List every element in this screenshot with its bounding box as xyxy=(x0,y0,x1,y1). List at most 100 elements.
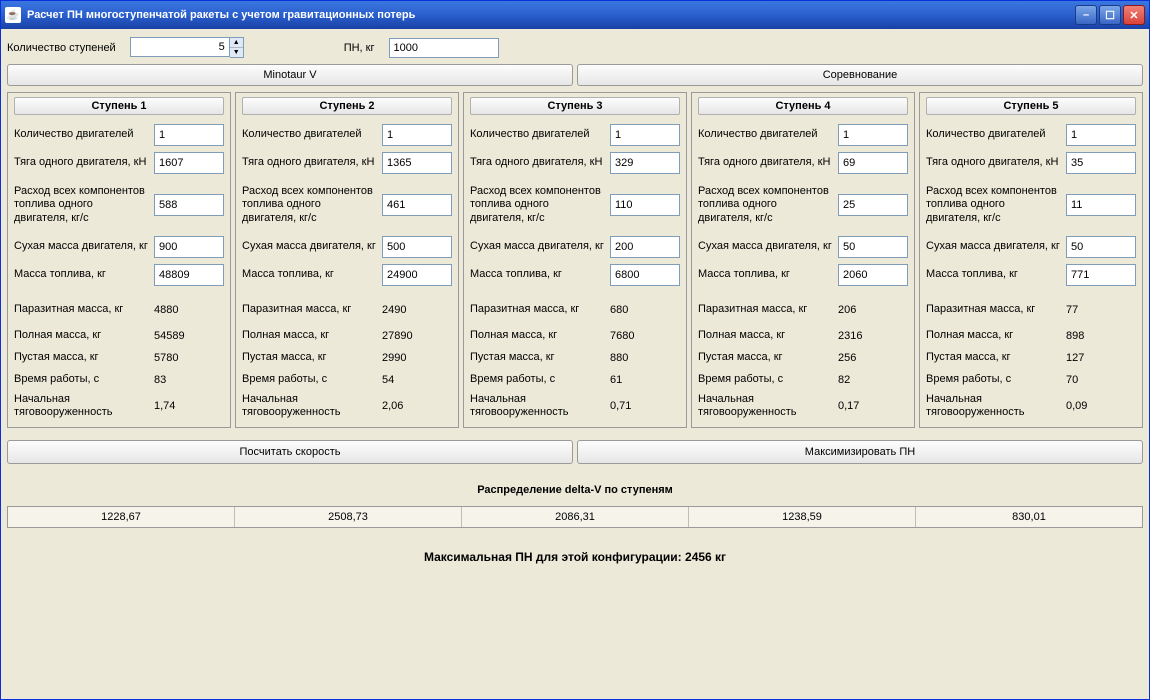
parasitic-label: Паразитная масса, кг xyxy=(698,303,834,316)
parasitic-value: 4880 xyxy=(154,304,224,316)
burntime-value: 70 xyxy=(1066,374,1136,386)
fuelmass-label: Масса топлива, кг xyxy=(242,268,378,281)
flowrate-input[interactable] xyxy=(154,194,224,216)
fullmass-label: Полная масса, кг xyxy=(470,329,606,342)
burntime-value: 82 xyxy=(838,374,908,386)
calculate-button[interactable]: Посчитать скорость xyxy=(7,440,573,464)
fullmass-label: Полная масса, кг xyxy=(14,329,150,342)
twr-label: Начальная тяговооруженность xyxy=(926,393,1062,419)
fullmass-label: Полная масса, кг xyxy=(926,329,1062,342)
engines-input[interactable] xyxy=(154,124,224,146)
emptymass-value: 5780 xyxy=(154,352,224,364)
flowrate-label: Расход всех компонентов топлива одного д… xyxy=(242,185,378,225)
thrust-input[interactable] xyxy=(154,152,224,174)
thrust-input[interactable] xyxy=(1066,152,1136,174)
drymass-label: Сухая масса двигателя, кг xyxy=(14,240,150,253)
payload-label: ПН, кг xyxy=(344,42,375,54)
result-text: Максимальная ПН для этой конфигурации: 2… xyxy=(7,550,1143,564)
fuelmass-label: Масса топлива, кг xyxy=(14,268,150,281)
engines-label: Количество двигателей xyxy=(242,128,378,141)
drymass-input[interactable] xyxy=(610,236,680,258)
emptymass-label: Пустая масса, кг xyxy=(242,351,378,364)
twr-value: 1,74 xyxy=(154,400,224,412)
flowrate-input[interactable] xyxy=(382,194,452,216)
flowrate-label: Расход всех компонентов топлива одного д… xyxy=(470,185,606,225)
parasitic-label: Паразитная масса, кг xyxy=(926,303,1062,316)
fuelmass-input[interactable] xyxy=(838,264,908,286)
twr-value: 2,06 xyxy=(382,400,452,412)
burntime-label: Время работы, с xyxy=(926,373,1062,386)
fuelmass-input[interactable] xyxy=(154,264,224,286)
twr-value: 0,71 xyxy=(610,400,680,412)
stages-count-input[interactable] xyxy=(130,37,230,57)
window-title: Расчет ПН многоступенчатой ракеты с учет… xyxy=(27,9,415,21)
thrust-input[interactable] xyxy=(610,152,680,174)
engines-input[interactable] xyxy=(1066,124,1136,146)
minimize-button[interactable]: – xyxy=(1075,5,1097,25)
delta-cell: 2086,31 xyxy=(462,507,689,527)
parasitic-label: Паразитная масса, кг xyxy=(242,303,378,316)
burntime-label: Время работы, с xyxy=(698,373,834,386)
flowrate-input[interactable] xyxy=(610,194,680,216)
burntime-value: 54 xyxy=(382,374,452,386)
emptymass-label: Пустая масса, кг xyxy=(14,351,150,364)
maximize-window-button[interactable]: ☐ xyxy=(1099,5,1121,25)
flowrate-input[interactable] xyxy=(838,194,908,216)
twr-value: 0,17 xyxy=(838,400,908,412)
engines-input[interactable] xyxy=(382,124,452,146)
titlebar: ☕ Расчет ПН многоступенчатой ракеты с уч… xyxy=(1,1,1149,29)
engines-label: Количество двигателей xyxy=(470,128,606,141)
twr-label: Начальная тяговооруженность xyxy=(698,393,834,419)
engines-input[interactable] xyxy=(610,124,680,146)
spinner-down-icon[interactable]: ▼ xyxy=(230,48,243,57)
java-icon: ☕ xyxy=(5,7,21,23)
drymass-label: Сухая масса двигателя, кг xyxy=(698,240,834,253)
delta-cell: 830,01 xyxy=(916,507,1142,527)
drymass-input[interactable] xyxy=(154,236,224,258)
fuelmass-input[interactable] xyxy=(382,264,452,286)
close-button[interactable]: ✕ xyxy=(1123,5,1145,25)
drymass-input[interactable] xyxy=(1066,236,1136,258)
payload-input[interactable] xyxy=(389,38,499,58)
burntime-value: 61 xyxy=(610,374,680,386)
preset-minotaur-button[interactable]: Minotaur V xyxy=(7,64,573,86)
spinner-up-icon[interactable]: ▲ xyxy=(230,38,243,48)
fuelmass-input[interactable] xyxy=(1066,264,1136,286)
flowrate-label: Расход всех компонентов топлива одного д… xyxy=(14,185,150,225)
stages-count-label: Количество ступеней xyxy=(7,42,116,54)
maximize-payload-button[interactable]: Максимизировать ПН xyxy=(577,440,1143,464)
thrust-label: Тяга одного двигателя, кН xyxy=(698,156,834,169)
stage-column: Ступень 5 Количество двигателей Тяга одн… xyxy=(919,92,1143,428)
thrust-input[interactable] xyxy=(838,152,908,174)
preset-competition-button[interactable]: Соревнование xyxy=(577,64,1143,86)
twr-label: Начальная тяговооруженность xyxy=(14,393,150,419)
twr-value: 0,09 xyxy=(1066,400,1136,412)
flowrate-input[interactable] xyxy=(1066,194,1136,216)
parasitic-value: 2490 xyxy=(382,304,452,316)
stage-header: Ступень 3 xyxy=(470,97,680,115)
parasitic-value: 77 xyxy=(1066,304,1136,316)
emptymass-value: 880 xyxy=(610,352,680,364)
engines-label: Количество двигателей xyxy=(698,128,834,141)
thrust-input[interactable] xyxy=(382,152,452,174)
thrust-label: Тяга одного двигателя, кН xyxy=(14,156,150,169)
fuelmass-label: Масса топлива, кг xyxy=(470,268,606,281)
fullmass-label: Полная масса, кг xyxy=(698,329,834,342)
drymass-input[interactable] xyxy=(838,236,908,258)
burntime-label: Время работы, с xyxy=(470,373,606,386)
emptymass-label: Пустая масса, кг xyxy=(698,351,834,364)
engines-input[interactable] xyxy=(838,124,908,146)
stage-header: Ступень 4 xyxy=(698,97,908,115)
delta-cell: 1228,67 xyxy=(8,507,235,527)
stage-header: Ступень 5 xyxy=(926,97,1136,115)
drymass-input[interactable] xyxy=(382,236,452,258)
fuelmass-input[interactable] xyxy=(610,264,680,286)
stage-header: Ступень 1 xyxy=(14,97,224,115)
fullmass-label: Полная масса, кг xyxy=(242,329,378,342)
drymass-label: Сухая масса двигателя, кг xyxy=(242,240,378,253)
parasitic-value: 206 xyxy=(838,304,908,316)
fullmass-value: 898 xyxy=(1066,330,1136,342)
thrust-label: Тяга одного двигателя, кН xyxy=(242,156,378,169)
fuelmass-label: Масса топлива, кг xyxy=(698,268,834,281)
stages-spinner[interactable]: ▲ ▼ xyxy=(230,37,244,58)
